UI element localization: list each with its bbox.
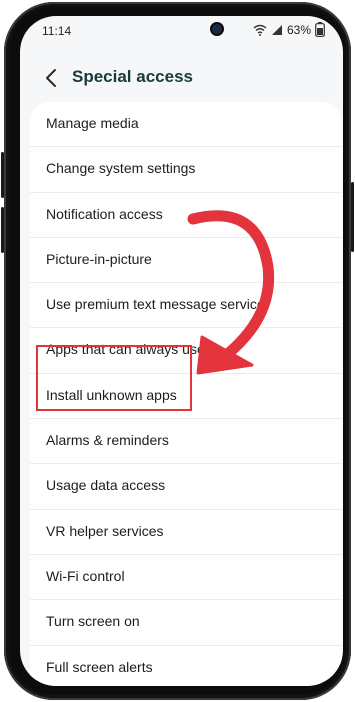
list-item-notification-access[interactable]: Notification access [30, 193, 342, 238]
list-item-picture-in-picture[interactable]: Picture-in-picture [30, 238, 342, 284]
wifi-icon [253, 24, 267, 36]
list-item-label: Notification access [46, 205, 163, 222]
list-item-label: Manage media [46, 115, 139, 131]
battery-percent: 63% [286, 22, 311, 37]
power-button [351, 182, 354, 252]
list-item-install-unknown-apps[interactable]: Install unknown apps [30, 374, 342, 420]
list-item-premium-text-message[interactable]: Use premium text message service [30, 283, 342, 329]
list-item-label: Full screen alerts [46, 658, 153, 675]
list-item-label: Alarms & reminders [46, 432, 169, 449]
signal-icon [271, 24, 282, 35]
list-item-apps-always-use-data[interactable]: Apps that can always use da [30, 328, 342, 374]
volume-button [1, 152, 4, 198]
battery-icon [315, 22, 325, 37]
list-item-label: Wi-Fi control [46, 567, 125, 584]
special-access-list: Manage media Change system settings Noti… [30, 102, 342, 686]
list-item-label: VR helper services [46, 522, 164, 539]
status-bar: 11:14 63% [20, 16, 343, 46]
status-time: 11:14 [42, 24, 72, 38]
list-item-full-screen-alerts[interactable]: Full screen alerts [30, 646, 342, 686]
front-camera [212, 24, 222, 34]
page-title: Special access [72, 67, 193, 86]
list-item-change-system-settings[interactable]: Change system settings [30, 147, 342, 193]
list-item-label: Picture-in-picture [46, 250, 152, 267]
app-header: Special access [20, 58, 343, 98]
list-item-label: Usage data access [46, 477, 166, 494]
volume-button [1, 207, 4, 253]
list-item-alarms-reminders[interactable]: Alarms & reminders [30, 419, 342, 465]
list-item-label: Change system settings [46, 160, 196, 177]
list-item-label: Turn screen on [46, 613, 140, 630]
list-item-usage-data-access[interactable]: Usage data access [30, 464, 342, 510]
list-item-label: Apps that can always use da [46, 341, 225, 358]
list-item-turn-screen-on[interactable]: Turn screen on [30, 600, 342, 646]
list-item-wifi-control[interactable]: Wi-Fi control [30, 555, 342, 601]
list-item-manage-media[interactable]: Manage media [30, 102, 342, 148]
screen: 11:14 63% Special access Manage media Ch… [20, 16, 343, 686]
list-item-label: Install unknown apps [46, 386, 177, 403]
status-icons: 63% [253, 22, 325, 37]
list-item-label: Use premium text message service [46, 296, 265, 313]
phone-frame: 11:14 63% Special access Manage media Ch… [1, 2, 354, 700]
list-item-vr-helper-services[interactable]: VR helper services [30, 510, 342, 555]
chevron-left-icon[interactable] [42, 66, 62, 90]
